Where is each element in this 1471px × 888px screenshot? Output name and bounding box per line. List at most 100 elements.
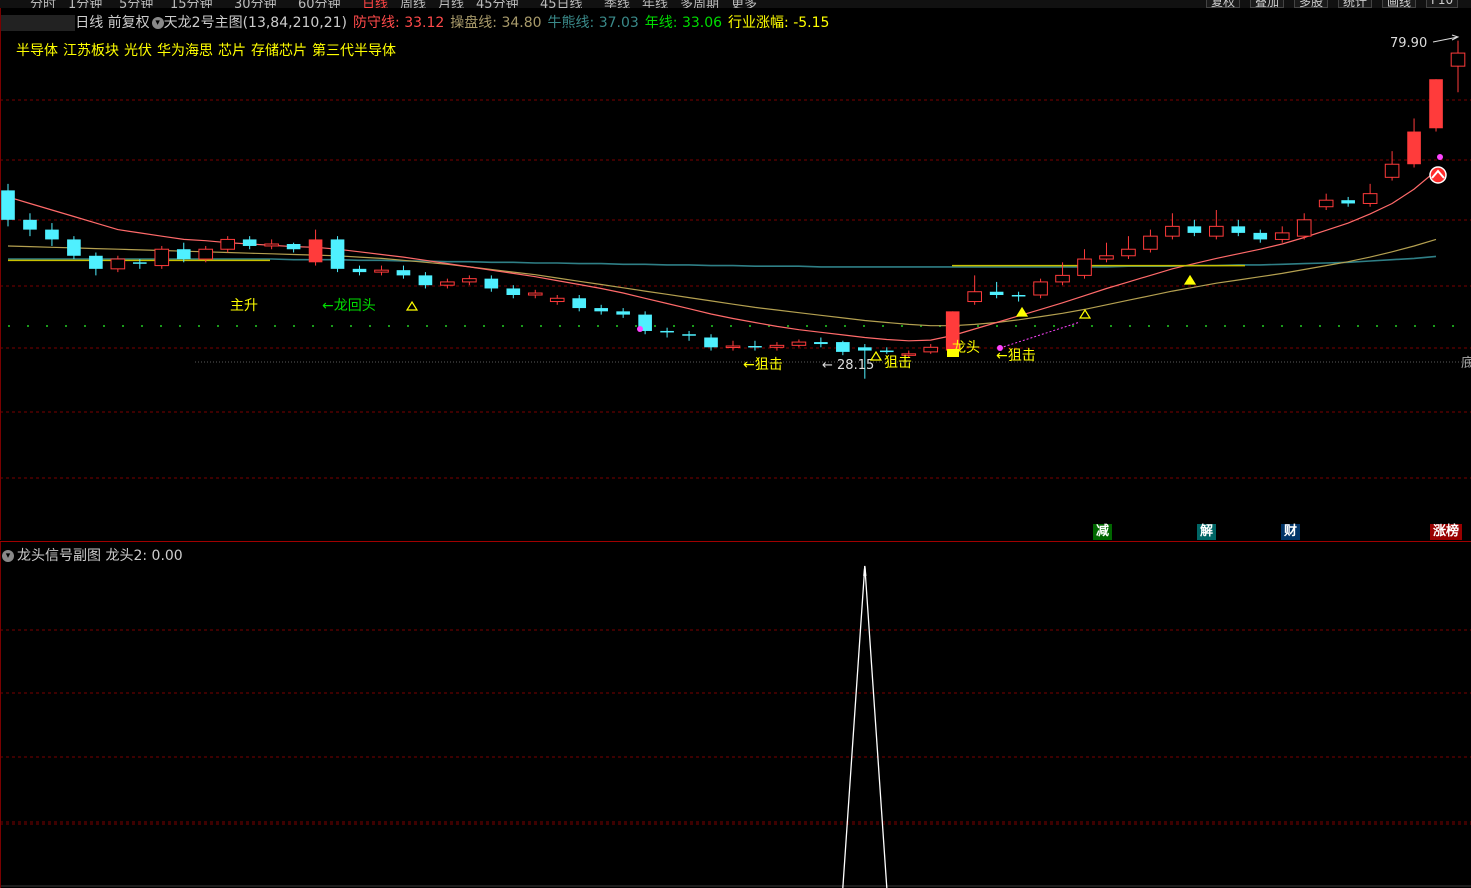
year-dot	[806, 325, 808, 327]
year-dot	[1243, 325, 1245, 327]
candle-body	[1187, 226, 1202, 233]
candle-body	[1341, 200, 1355, 204]
candle-body	[1099, 255, 1114, 260]
year-dot	[1452, 325, 1454, 327]
quick-badge[interactable]: 减	[1093, 524, 1113, 540]
candle-body	[374, 269, 389, 273]
year-dot	[1262, 325, 1264, 327]
signal-label: 主升	[230, 298, 258, 314]
year-dot	[825, 325, 827, 327]
year-dot	[1281, 325, 1283, 327]
signal-dot-icon	[637, 326, 643, 332]
candle-body	[1296, 219, 1312, 237]
quick-badge[interactable]: 财	[1281, 524, 1301, 540]
candle-body	[594, 308, 608, 312]
signal-label: 狙击	[884, 355, 912, 371]
quick-badge[interactable]: 涨榜	[1430, 524, 1463, 540]
year-dot	[1015, 325, 1017, 327]
year-dot	[1300, 325, 1302, 327]
year-dot	[8, 325, 10, 327]
candle-body	[45, 229, 59, 240]
candle-body	[67, 239, 81, 256]
quick-badge[interactable]: 解	[1197, 524, 1217, 540]
candle-body	[89, 255, 103, 269]
candle-body	[133, 262, 147, 264]
candle-body	[836, 342, 850, 352]
year-dot	[293, 325, 295, 327]
candle-body	[110, 258, 126, 270]
year-dot	[1129, 325, 1131, 327]
year-dot	[1186, 325, 1188, 327]
year-dot	[730, 325, 732, 327]
year-dot	[1357, 325, 1359, 327]
candle-body	[286, 244, 301, 250]
candle-body	[1077, 258, 1092, 276]
candle-body	[769, 344, 785, 348]
alert-circle-icon	[1429, 166, 1447, 184]
year-dot	[1224, 325, 1226, 327]
candle-body	[1209, 225, 1224, 237]
candle-body	[1429, 79, 1443, 129]
year-dot	[1148, 325, 1150, 327]
candle-body	[967, 291, 982, 303]
signal-triangle-icon	[405, 300, 419, 311]
candle-body	[154, 248, 170, 267]
candle-body	[330, 239, 345, 269]
year-dot	[464, 325, 466, 327]
year-dot	[692, 325, 694, 327]
year-dot	[1395, 325, 1397, 327]
year-dot	[578, 325, 580, 327]
year-dot	[1072, 325, 1074, 327]
candle-body	[198, 248, 214, 260]
year-dot	[388, 325, 390, 327]
signal-label: ←狙击	[996, 348, 1036, 364]
year-dot	[122, 325, 124, 327]
candle-body	[682, 334, 696, 336]
candle-body	[1033, 281, 1048, 296]
year-dot	[711, 325, 713, 327]
year-dot	[521, 325, 523, 327]
edge-label: 底	[1461, 355, 1471, 371]
candle-body	[858, 347, 872, 351]
candle-body	[814, 342, 828, 345]
year-dot	[65, 325, 67, 327]
candle-body	[1384, 163, 1400, 178]
year-dot	[331, 325, 333, 327]
candle-body	[1121, 248, 1136, 257]
year-dot	[426, 325, 428, 327]
year-dot	[901, 325, 903, 327]
year-dot	[1319, 325, 1321, 327]
candle-body	[1407, 131, 1421, 165]
candle-body	[527, 292, 543, 296]
candle-body	[1450, 52, 1466, 67]
year-dot	[1034, 325, 1036, 327]
ma-mid-line	[7, 238, 1437, 327]
price-high-label: 79.90	[1390, 36, 1427, 51]
year-dot	[27, 325, 29, 327]
candle-body	[462, 278, 477, 283]
year-dot	[255, 325, 257, 327]
candle-body	[264, 243, 279, 247]
signal-spike	[842, 565, 888, 888]
main-candlestick-chart[interactable]: 79.90← 28.15 底主升 ←龙回头←狙击 狙击龙头 ←狙击	[0, 0, 1471, 540]
year-dot	[445, 325, 447, 327]
candle-body	[352, 268, 367, 273]
signal-triangle-icon	[1078, 308, 1092, 319]
signal-dot-icon	[1437, 154, 1443, 160]
year-dot	[996, 325, 998, 327]
signal-block-icon	[947, 349, 959, 357]
candle-body	[791, 341, 807, 346]
candle-body	[418, 275, 433, 286]
year-dot	[749, 325, 751, 327]
sub-signal-chart[interactable]	[0, 542, 1471, 888]
candle-body	[242, 239, 257, 246]
signal-label: ←狙击	[743, 357, 783, 373]
signal-triangle-icon	[1015, 306, 1029, 317]
candle-body	[572, 298, 587, 309]
year-dot	[635, 325, 637, 327]
candle-body	[308, 239, 323, 263]
year-dot	[198, 325, 200, 327]
signal-label: ←龙回头	[322, 298, 376, 314]
candle-body	[440, 281, 455, 286]
candle-body	[704, 337, 718, 348]
